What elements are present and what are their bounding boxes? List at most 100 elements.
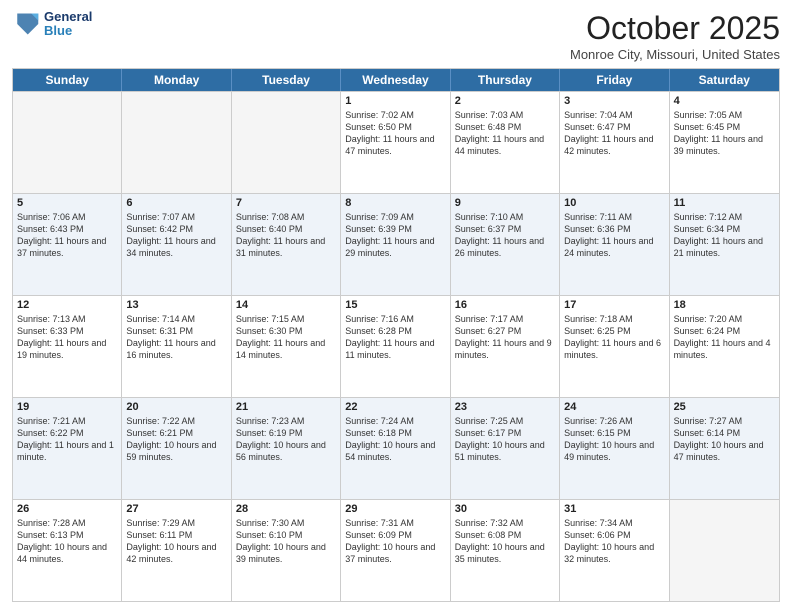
header-cell-thursday: Thursday [451, 69, 560, 91]
day-info: Sunrise: 7:30 AM Sunset: 6:10 PM Dayligh… [236, 517, 336, 566]
empty-cell-r4c6 [670, 500, 779, 601]
day-cell-26: 26Sunrise: 7:28 AM Sunset: 6:13 PM Dayli… [13, 500, 122, 601]
day-cell-18: 18 Sunrise: 7:20 AM Sunset: 6:24 PM Dayli… [670, 296, 779, 397]
day-number: 7 [236, 197, 336, 209]
day-info: Sunrise: 7:09 AM Sunset: 6:39 PM Dayligh… [345, 211, 445, 260]
day-info: Sunrise: 7:14 AM Sunset: 6:31 PM Dayligh… [126, 313, 226, 362]
day-info: Sunrise: 7:06 AM Sunset: 6:43 PM Dayligh… [17, 211, 117, 260]
title-area: October 2025 Monroe City, Missouri, Unit… [570, 10, 780, 62]
day-info: Sunrise: 7:32 AM Sunset: 6:08 PM Dayligh… [455, 517, 555, 566]
day-cell-23: 23 Sunrise: 7:25 AM Sunset: 6:17 PM Dayli… [451, 398, 560, 499]
location: Monroe City, Missouri, United States [570, 47, 780, 62]
logo: General Blue [12, 10, 92, 39]
day-info: Sunrise: 7:25 AM Sunset: 6:17 PM Dayligh… [455, 415, 555, 464]
day-number: 15 [345, 299, 445, 311]
day-cell-29: 29Sunrise: 7:31 AM Sunset: 6:09 PM Dayli… [341, 500, 450, 601]
day-cell-31: 31 Sunrise: 7:34 AM Sunset: 6:06 PM Dayli… [560, 500, 669, 601]
day-number: 28 [236, 503, 336, 515]
day-info: Sunrise: 7:13 AM Sunset: 6:33 PM Dayligh… [17, 313, 117, 362]
day-number: 9 [455, 197, 555, 209]
day-number: 5 [17, 197, 117, 209]
header-cell-friday: Friday [560, 69, 669, 91]
day-info: Sunrise: 7:22 AM Sunset: 6:21 PM Dayligh… [126, 415, 226, 464]
day-cell-28: 28 Sunrise: 7:30 AM Sunset: 6:10 PM Dayli… [232, 500, 341, 601]
day-number: 13 [126, 299, 226, 311]
day-info: Sunrise: 7:15 AM Sunset: 6:30 PM Dayligh… [236, 313, 336, 362]
day-info: Sunrise: 7:20 AM Sunset: 6:24 PM Dayligh… [674, 313, 775, 362]
day-number: 1 [345, 95, 445, 107]
header-cell-sunday: Sunday [13, 69, 122, 91]
day-cell-7: 7 Sunrise: 7:08 AM Sunset: 6:40 PM Daylig… [232, 194, 341, 295]
day-info: Sunrise: 7:11 AM Sunset: 6:36 PM Dayligh… [564, 211, 664, 260]
day-info: Sunrise: 7:29 AM Sunset: 6:11 PM Dayligh… [126, 517, 226, 566]
calendar-row-4: 26Sunrise: 7:28 AM Sunset: 6:13 PM Dayli… [13, 499, 779, 601]
day-number: 22 [345, 401, 445, 413]
day-cell-1: 1 Sunrise: 7:02 AM Sunset: 6:50 PM Daylig… [341, 92, 450, 193]
day-number: 18 [674, 299, 775, 311]
day-number: 31 [564, 503, 664, 515]
calendar-row-1: 5 Sunrise: 7:06 AM Sunset: 6:43 PM Daylig… [13, 193, 779, 295]
calendar-row-2: 12 Sunrise: 7:13 AM Sunset: 6:33 PM Dayli… [13, 295, 779, 397]
day-info: Sunrise: 7:08 AM Sunset: 6:40 PM Dayligh… [236, 211, 336, 260]
day-cell-22: 22Sunrise: 7:24 AM Sunset: 6:18 PM Dayli… [341, 398, 450, 499]
day-number: 6 [126, 197, 226, 209]
day-cell-11: 11 Sunrise: 7:12 AM Sunset: 6:34 PM Dayli… [670, 194, 779, 295]
day-number: 17 [564, 299, 664, 311]
day-info: Sunrise: 7:04 AM Sunset: 6:47 PM Dayligh… [564, 109, 664, 158]
day-info: Sunrise: 7:21 AM Sunset: 6:22 PM Dayligh… [17, 415, 117, 464]
day-cell-8: 8 Sunrise: 7:09 AM Sunset: 6:39 PM Daylig… [341, 194, 450, 295]
calendar-row-0: 1 Sunrise: 7:02 AM Sunset: 6:50 PM Daylig… [13, 91, 779, 193]
day-number: 19 [17, 401, 117, 413]
header-cell-saturday: Saturday [670, 69, 779, 91]
day-cell-25: 25Sunrise: 7:27 AM Sunset: 6:14 PM Dayli… [670, 398, 779, 499]
day-cell-21: 21Sunrise: 7:23 AM Sunset: 6:19 PM Dayli… [232, 398, 341, 499]
day-number: 8 [345, 197, 445, 209]
day-number: 27 [126, 503, 226, 515]
day-number: 4 [674, 95, 775, 107]
day-number: 20 [126, 401, 226, 413]
day-cell-10: 10Sunrise: 7:11 AM Sunset: 6:36 PM Dayli… [560, 194, 669, 295]
day-number: 21 [236, 401, 336, 413]
day-number: 2 [455, 95, 555, 107]
calendar: SundayMondayTuesdayWednesdayThursdayFrid… [12, 68, 780, 602]
header: General Blue October 2025 Monroe City, M… [12, 10, 780, 62]
day-cell-4: 4Sunrise: 7:05 AM Sunset: 6:45 PM Daylig… [670, 92, 779, 193]
day-number: 25 [674, 401, 775, 413]
day-number: 30 [455, 503, 555, 515]
day-number: 11 [674, 197, 775, 209]
day-info: Sunrise: 7:03 AM Sunset: 6:48 PM Dayligh… [455, 109, 555, 158]
day-number: 16 [455, 299, 555, 311]
day-info: Sunrise: 7:34 AM Sunset: 6:06 PM Dayligh… [564, 517, 664, 566]
header-cell-monday: Monday [122, 69, 231, 91]
day-info: Sunrise: 7:16 AM Sunset: 6:28 PM Dayligh… [345, 313, 445, 362]
day-cell-15: 15 Sunrise: 7:16 AM Sunset: 6:28 PM Dayli… [341, 296, 450, 397]
day-cell-2: 2 Sunrise: 7:03 AM Sunset: 6:48 PM Daylig… [451, 92, 560, 193]
day-number: 23 [455, 401, 555, 413]
calendar-body: 1 Sunrise: 7:02 AM Sunset: 6:50 PM Daylig… [13, 91, 779, 601]
day-number: 12 [17, 299, 117, 311]
day-cell-9: 9Sunrise: 7:10 AM Sunset: 6:37 PM Daylig… [451, 194, 560, 295]
calendar-row-3: 19 Sunrise: 7:21 AM Sunset: 6:22 PM Dayli… [13, 397, 779, 499]
day-info: Sunrise: 7:18 AM Sunset: 6:25 PM Dayligh… [564, 313, 664, 362]
day-info: Sunrise: 7:07 AM Sunset: 6:42 PM Dayligh… [126, 211, 226, 260]
day-cell-17: 17 Sunrise: 7:18 AM Sunset: 6:25 PM Dayli… [560, 296, 669, 397]
day-cell-20: 20 Sunrise: 7:22 AM Sunset: 6:21 PM Dayli… [122, 398, 231, 499]
day-info: Sunrise: 7:02 AM Sunset: 6:50 PM Dayligh… [345, 109, 445, 158]
day-number: 26 [17, 503, 117, 515]
day-cell-30: 30 Sunrise: 7:32 AM Sunset: 6:08 PM Dayli… [451, 500, 560, 601]
calendar-header-row: SundayMondayTuesdayWednesdayThursdayFrid… [13, 69, 779, 91]
day-info: Sunrise: 7:12 AM Sunset: 6:34 PM Dayligh… [674, 211, 775, 260]
day-cell-14: 14 Sunrise: 7:15 AM Sunset: 6:30 PM Dayli… [232, 296, 341, 397]
day-info: Sunrise: 7:17 AM Sunset: 6:27 PM Dayligh… [455, 313, 555, 362]
day-cell-5: 5 Sunrise: 7:06 AM Sunset: 6:43 PM Daylig… [13, 194, 122, 295]
day-info: Sunrise: 7:31 AM Sunset: 6:09 PM Dayligh… [345, 517, 445, 566]
header-cell-wednesday: Wednesday [341, 69, 450, 91]
logo-line1: General [44, 9, 92, 24]
logo-line2: Blue [44, 23, 72, 38]
page-container: General Blue October 2025 Monroe City, M… [0, 0, 792, 612]
day-cell-12: 12 Sunrise: 7:13 AM Sunset: 6:33 PM Dayli… [13, 296, 122, 397]
empty-cell-r0c2 [232, 92, 341, 193]
day-number: 14 [236, 299, 336, 311]
day-cell-13: 13 Sunrise: 7:14 AM Sunset: 6:31 PM Dayli… [122, 296, 231, 397]
empty-cell-r0c1 [122, 92, 231, 193]
